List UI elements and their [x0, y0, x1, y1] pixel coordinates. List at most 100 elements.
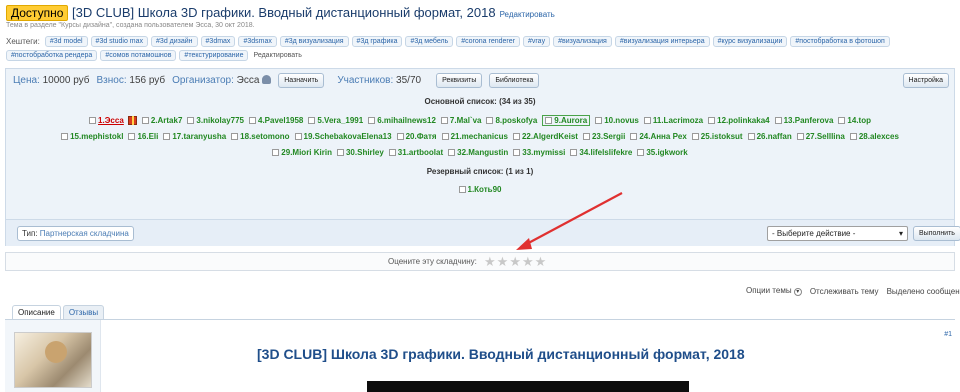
- member-checkbox[interactable]: [691, 133, 699, 140]
- requisites-button[interactable]: Реквизиты: [436, 72, 483, 88]
- member-item[interactable]: 6.mihailnews12: [368, 115, 436, 126]
- member-checkbox[interactable]: [512, 133, 520, 140]
- member-item[interactable]: 27.Selllina: [796, 132, 845, 141]
- tag[interactable]: #corona renderer: [456, 36, 520, 47]
- member-checkbox[interactable]: [272, 149, 280, 156]
- video-player[interactable]: [367, 381, 689, 392]
- watch-thread-link[interactable]: Отслеживать тему: [810, 287, 879, 296]
- thread-options-link[interactable]: Опции темы ▾: [746, 286, 802, 296]
- member-checkbox[interactable]: [128, 133, 136, 140]
- member-checkbox[interactable]: [774, 117, 782, 124]
- star-icon[interactable]: ★: [497, 254, 509, 269]
- member-checkbox[interactable]: [630, 133, 638, 140]
- member-checkbox[interactable]: [582, 133, 590, 140]
- member-item[interactable]: 28.alexces: [849, 132, 899, 141]
- member-checkbox[interactable]: [486, 117, 494, 124]
- member-checkbox[interactable]: [249, 117, 256, 124]
- member-item[interactable]: 5.Vera_1991: [308, 115, 363, 126]
- tag[interactable]: #3д графика: [351, 36, 403, 47]
- tag[interactable]: #постобработка рендера: [6, 50, 98, 61]
- member-item[interactable]: 32.Mangustin: [448, 148, 508, 157]
- tag[interactable]: #визуализация: [553, 36, 612, 47]
- member-checkbox[interactable]: [308, 117, 316, 124]
- member-checkbox[interactable]: [637, 149, 645, 156]
- tag[interactable]: #постобработка в фотошоп: [790, 36, 890, 47]
- club-type-tab[interactable]: Тип: Партнерская складчина: [17, 226, 134, 241]
- settings-button[interactable]: Настройка: [902, 73, 949, 88]
- tag[interactable]: #сомов потамошнов: [100, 50, 177, 61]
- apply-button[interactable]: Выполнить: [913, 226, 960, 241]
- member-item[interactable]: 13.Panferova: [774, 115, 833, 126]
- member-checkbox[interactable]: [595, 117, 603, 124]
- member-checkbox[interactable]: [796, 133, 804, 140]
- member-checkbox[interactable]: [368, 117, 376, 124]
- member-checkbox[interactable]: [448, 149, 456, 156]
- member-item[interactable]: 3.nikolay775: [187, 115, 244, 126]
- tag[interactable]: #3d дизайн: [151, 36, 198, 47]
- member-item[interactable]: 11.Lacrimoza: [643, 115, 703, 126]
- tag[interactable]: #vray: [522, 36, 551, 47]
- reserve-member-item[interactable]: 1.Коть90: [458, 185, 501, 194]
- member-checkbox[interactable]: [141, 117, 149, 124]
- member-item[interactable]: 34.lifelslifekre: [570, 148, 632, 157]
- member-checkbox[interactable]: [849, 133, 857, 140]
- member-checkbox[interactable]: [708, 117, 716, 124]
- member-checkbox[interactable]: [388, 149, 396, 156]
- member-item[interactable]: 9.Aurora: [542, 115, 591, 126]
- tag[interactable]: #3д мебель: [405, 36, 454, 47]
- post-number-link[interactable]: #1: [944, 331, 952, 338]
- star-icon[interactable]: ★: [535, 254, 547, 269]
- member-item[interactable]: 16.Eli: [128, 132, 158, 141]
- member-item[interactable]: 26.naffan: [747, 132, 792, 141]
- member-item[interactable]: 23.Sergii: [582, 132, 625, 141]
- star-icon[interactable]: ★: [522, 254, 534, 269]
- member-checkbox[interactable]: [231, 133, 239, 140]
- star-icon[interactable]: ★: [484, 254, 496, 269]
- member-item[interactable]: 31.artboolat: [388, 148, 443, 157]
- member-item[interactable]: 22.AlgerdKeist: [512, 132, 578, 141]
- action-select[interactable]: - Выберите действие - ▾: [767, 226, 908, 241]
- member-checkbox[interactable]: [838, 117, 846, 124]
- member-item[interactable]: 7.Mal`va: [440, 115, 481, 126]
- member-item[interactable]: 15.mephistokl: [61, 132, 123, 141]
- member-item[interactable]: 12.polinkaka4: [708, 115, 770, 126]
- member-checkbox[interactable]: [570, 149, 578, 156]
- edit-tags-link[interactable]: Редактировать: [253, 52, 301, 59]
- member-item[interactable]: 1.Эсса: [89, 115, 137, 126]
- member-item[interactable]: 33.mymissi: [513, 148, 565, 157]
- member-item[interactable]: 4.Pavel1958: [249, 115, 303, 126]
- member-item[interactable]: 8.poskofya: [486, 115, 537, 126]
- member-checkbox[interactable]: [61, 133, 69, 140]
- tab-reviews[interactable]: Отзывы: [62, 305, 105, 320]
- member-item[interactable]: 29.Miori Kirin: [272, 148, 332, 157]
- member-item[interactable]: 19.SchebakovaElena13: [294, 132, 392, 141]
- member-checkbox[interactable]: [294, 133, 302, 140]
- member-checkbox[interactable]: [747, 133, 755, 140]
- member-item[interactable]: 17.taranyusha: [163, 132, 226, 141]
- member-item[interactable]: 25.istoksut: [691, 132, 743, 141]
- tag[interactable]: #3д визуализация: [279, 36, 349, 47]
- member-checkbox[interactable]: [441, 133, 449, 140]
- member-checkbox[interactable]: [336, 149, 344, 156]
- member-item[interactable]: 14.top: [838, 115, 871, 126]
- tag[interactable]: #3dsmax: [238, 36, 277, 47]
- member-checkbox[interactable]: [513, 149, 521, 156]
- member-item[interactable]: 18.setomono: [231, 132, 290, 141]
- avatar[interactable]: [14, 332, 92, 388]
- member-item[interactable]: 30.Shirley: [336, 148, 384, 157]
- member-item[interactable]: 35.igkwork: [637, 148, 688, 157]
- tag[interactable]: #текстурирование: [179, 50, 249, 61]
- tag[interactable]: #курс визуализации: [712, 36, 788, 47]
- member-item[interactable]: 20.Фатя: [396, 132, 437, 141]
- member-checkbox[interactable]: [458, 186, 466, 193]
- member-checkbox[interactable]: [545, 117, 553, 124]
- tag[interactable]: #визуализация интерьера: [614, 36, 710, 47]
- edit-title-link[interactable]: Редактировать: [500, 10, 555, 19]
- member-item[interactable]: 21.mechanicus: [441, 132, 508, 141]
- star-icon[interactable]: ★: [509, 254, 521, 269]
- member-checkbox[interactable]: [89, 117, 97, 124]
- tag[interactable]: #3dmax: [200, 36, 236, 47]
- library-button[interactable]: Библиотека: [489, 72, 540, 88]
- member-checkbox[interactable]: [643, 117, 651, 124]
- tab-description[interactable]: Описание: [12, 305, 61, 320]
